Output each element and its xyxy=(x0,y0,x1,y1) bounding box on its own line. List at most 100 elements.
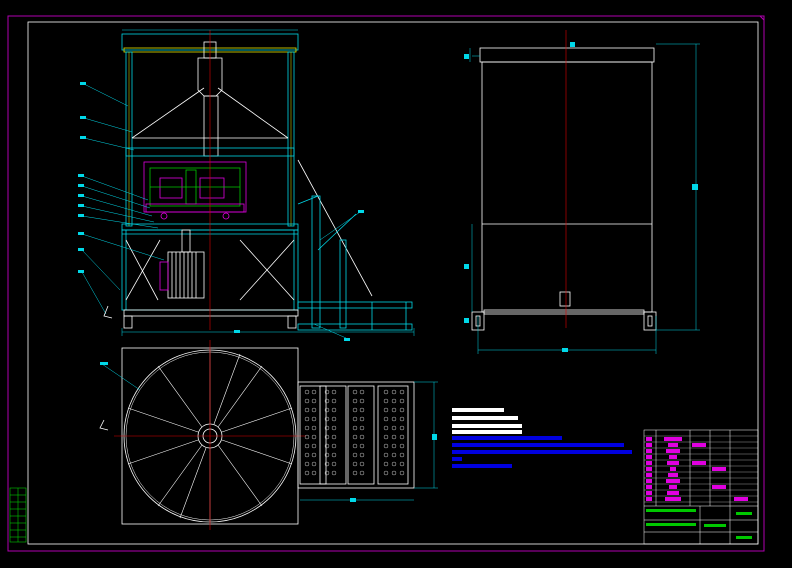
parts-list-entry xyxy=(669,485,677,489)
parts-list-note xyxy=(734,497,748,501)
screen-hole xyxy=(359,416,365,422)
screen-hole xyxy=(352,425,358,431)
screen-hole xyxy=(399,398,405,404)
parts-list-entry xyxy=(667,461,679,465)
screen-hole xyxy=(359,443,365,449)
screen-hole xyxy=(399,443,405,449)
screen-hole xyxy=(352,452,358,458)
screen-hole xyxy=(399,434,405,440)
screen-hole xyxy=(304,425,310,431)
parts-list-number xyxy=(646,473,652,477)
screen-hole xyxy=(399,389,405,395)
parts-list-number xyxy=(646,485,652,489)
screen-hole xyxy=(331,425,337,431)
screen-hole xyxy=(359,389,365,395)
binding-margin-table xyxy=(9,487,27,543)
screen-hole xyxy=(399,425,405,431)
title-block-field xyxy=(736,536,752,539)
screen-hole xyxy=(391,425,397,431)
cad-drawing-canvas xyxy=(7,15,765,552)
screen-hole xyxy=(311,389,317,395)
screen-hole xyxy=(383,470,389,476)
screen-hole xyxy=(383,461,389,467)
parts-list-entry xyxy=(666,449,680,453)
screen-hole xyxy=(359,398,365,404)
parts-list-number xyxy=(646,455,652,459)
screen-hole xyxy=(304,470,310,476)
screen-hole xyxy=(352,389,358,395)
screen-hole xyxy=(311,398,317,404)
screen-hole xyxy=(331,452,337,458)
screen-hole xyxy=(352,461,358,467)
parts-list-entry xyxy=(668,443,678,447)
parts-list-entry xyxy=(670,467,676,471)
screen-hole xyxy=(311,461,317,467)
parts-list-note xyxy=(712,467,726,471)
screen-hole xyxy=(359,461,365,467)
title-block-field xyxy=(646,523,696,526)
parts-list-number xyxy=(646,491,652,495)
parts-list-entry xyxy=(664,437,682,441)
screen-hole xyxy=(352,407,358,413)
screen-hole xyxy=(352,443,358,449)
screen-hole xyxy=(352,416,358,422)
screen-hole xyxy=(352,398,358,404)
screen-hole xyxy=(391,443,397,449)
screen-hole xyxy=(399,461,405,467)
screen-hole xyxy=(399,470,405,476)
parts-list-entry xyxy=(669,455,677,459)
technical-notes-block xyxy=(452,408,632,468)
screen-hole xyxy=(399,416,405,422)
screen-hole xyxy=(304,434,310,440)
screen-hole xyxy=(304,452,310,458)
title-block-field xyxy=(736,512,752,515)
screen-hole xyxy=(304,398,310,404)
parts-list-number xyxy=(646,437,652,441)
screen-hole xyxy=(331,416,337,422)
parts-list-number xyxy=(646,449,652,453)
screen-hole xyxy=(359,434,365,440)
screen-hole xyxy=(311,470,317,476)
screen-hole xyxy=(383,389,389,395)
parts-list-number xyxy=(646,467,652,471)
parts-list-number xyxy=(646,461,652,465)
screen-hole xyxy=(383,425,389,431)
screen-hole xyxy=(383,452,389,458)
screen-hole xyxy=(331,407,337,413)
screen-hole xyxy=(359,470,365,476)
screen-hole xyxy=(383,398,389,404)
parts-list-title-block xyxy=(643,429,759,545)
parts-list-entry xyxy=(668,473,678,477)
screen-hole xyxy=(311,443,317,449)
screen-hole xyxy=(383,416,389,422)
screen-hole xyxy=(391,398,397,404)
side-elevation-view xyxy=(464,30,700,354)
screen-hole xyxy=(311,452,317,458)
front-elevation-view xyxy=(78,29,415,341)
screen-hole xyxy=(391,470,397,476)
screen-hole xyxy=(359,425,365,431)
screen-hole xyxy=(352,470,358,476)
parts-list-note xyxy=(712,485,726,489)
parts-list-number xyxy=(646,479,652,483)
title-block-field xyxy=(704,524,726,527)
screen-hole xyxy=(391,461,397,467)
parts-list-entry xyxy=(666,479,680,483)
screen-hole xyxy=(331,434,337,440)
screen-hole xyxy=(352,434,358,440)
screen-hole xyxy=(311,425,317,431)
screen-hole xyxy=(304,407,310,413)
parts-list-note xyxy=(692,461,706,465)
screen-hole xyxy=(331,389,337,395)
screen-hole xyxy=(359,407,365,413)
screen-hole xyxy=(391,434,397,440)
screen-hole xyxy=(331,461,337,467)
screen-hole xyxy=(311,407,317,413)
parts-list-note xyxy=(692,443,706,447)
parts-list-entry xyxy=(665,497,681,501)
screen-hole xyxy=(383,443,389,449)
screen-hole xyxy=(359,452,365,458)
screen-hole xyxy=(383,407,389,413)
screen-hole xyxy=(391,452,397,458)
screen-hole xyxy=(304,416,310,422)
